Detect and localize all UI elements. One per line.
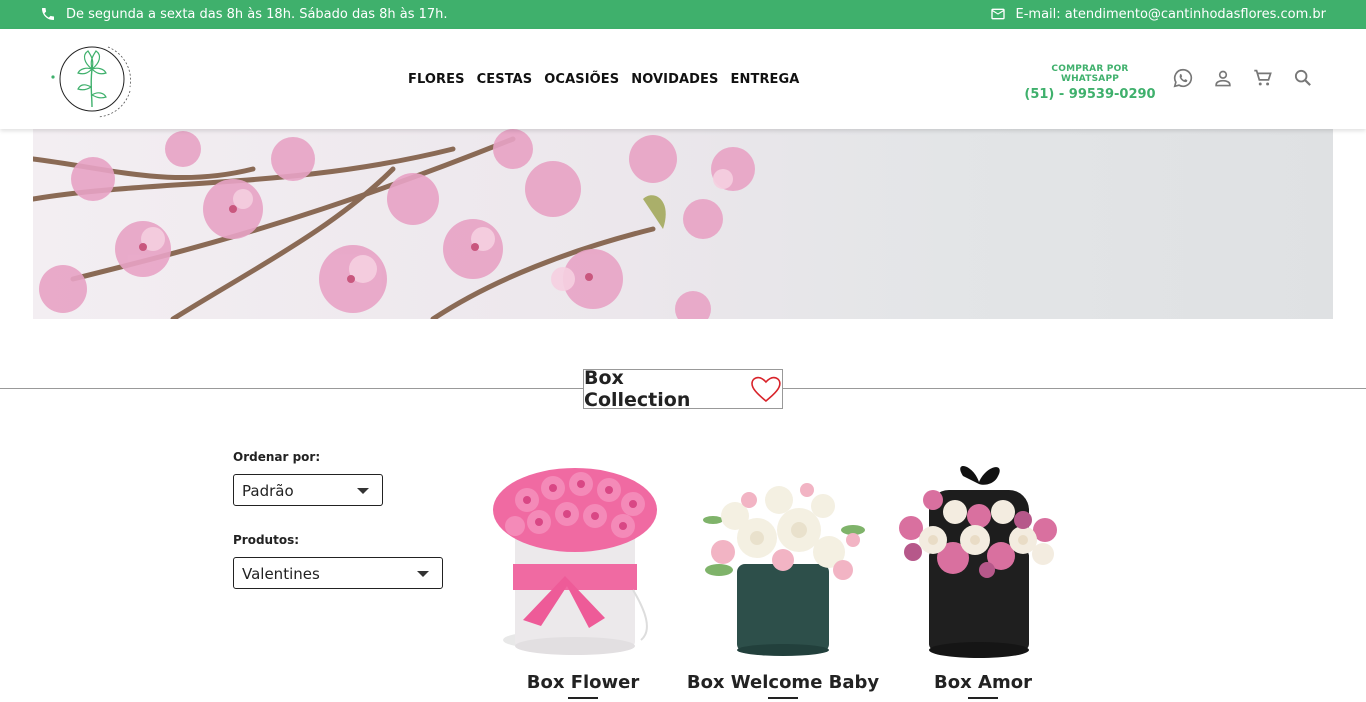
cart-icon[interactable] — [1252, 67, 1274, 89]
section-title-box: Box Collection — [583, 367, 783, 411]
nav-item-novidades[interactable]: NOVIDADES — [631, 72, 718, 87]
sort-label: Ordenar por: — [233, 450, 321, 464]
product-underline — [768, 697, 798, 699]
products-select-value: Valentines — [242, 565, 320, 583]
contact-email[interactable]: E-mail: atendimento@cantinhodasflores.co… — [990, 6, 1326, 22]
whatsapp-number: (51) - 99539-0290 — [1024, 87, 1156, 102]
email-text: E-mail: atendimento@cantinhodasflores.co… — [1015, 6, 1326, 22]
whatsapp-icon[interactable] — [1172, 67, 1194, 89]
sort-select[interactable]: Padrão — [233, 474, 383, 506]
product-underline — [568, 697, 598, 699]
chevron-down-icon — [357, 488, 369, 494]
header-icons — [1172, 67, 1314, 89]
products-select[interactable]: Valentines — [233, 557, 443, 589]
nav-item-ocasioes[interactable]: OCASIÕES — [544, 72, 619, 87]
opening-hours: De segunda a sexta das 8h às 18h. Sábado… — [40, 6, 448, 22]
site-logo[interactable] — [48, 37, 138, 121]
cherry-blossom-image — [33, 129, 755, 319]
whatsapp-label: COMPRAR POR WHATSAPP — [1051, 64, 1129, 84]
site-header: FLORES CESTAS OCASIÕES NOVIDADES ENTREGA… — [0, 29, 1366, 129]
products-label: Produtos: — [233, 533, 300, 547]
main-nav: FLORES CESTAS OCASIÕES NOVIDADES ENTREGA — [408, 72, 799, 87]
product-image[interactable] — [683, 460, 883, 660]
section-title: Box Collection — [584, 367, 691, 411]
hours-text: De segunda a sexta das 8h às 18h. Sábado… — [66, 6, 448, 22]
product-name[interactable]: Box Amor — [883, 672, 1083, 693]
mail-icon — [990, 8, 1005, 20]
filters-panel: Ordenar por: Padrão Produtos: Valentines — [233, 450, 443, 589]
nav-item-entrega[interactable]: ENTREGA — [731, 72, 800, 87]
logo-flower-icon — [51, 46, 131, 118]
whatsapp-contact[interactable]: COMPRAR POR WHATSAPP (51) - 99539-0290 — [1024, 64, 1156, 102]
product-image[interactable] — [883, 460, 1083, 660]
product-card[interactable]: Box Flower — [483, 460, 683, 699]
user-icon[interactable] — [1212, 67, 1234, 89]
product-name[interactable]: Box Welcome Baby — [683, 672, 883, 693]
product-underline — [968, 697, 998, 699]
product-name[interactable]: Box Flower — [483, 672, 683, 693]
top-info-bar: De segunda a sexta das 8h às 18h. Sábado… — [0, 0, 1366, 29]
nav-item-cestas[interactable]: CESTAS — [477, 72, 533, 87]
product-card[interactable]: Box Amor — [883, 460, 1083, 699]
hero-banner — [33, 129, 1333, 319]
sort-select-value: Padrão — [242, 482, 294, 500]
phone-icon — [42, 8, 54, 20]
product-image[interactable] — [483, 460, 683, 660]
heart-icon — [751, 376, 781, 402]
chevron-down-icon — [417, 571, 429, 577]
product-card[interactable]: Box Welcome Baby — [683, 460, 883, 699]
nav-item-flores[interactable]: FLORES — [408, 72, 465, 87]
search-icon[interactable] — [1292, 67, 1314, 89]
